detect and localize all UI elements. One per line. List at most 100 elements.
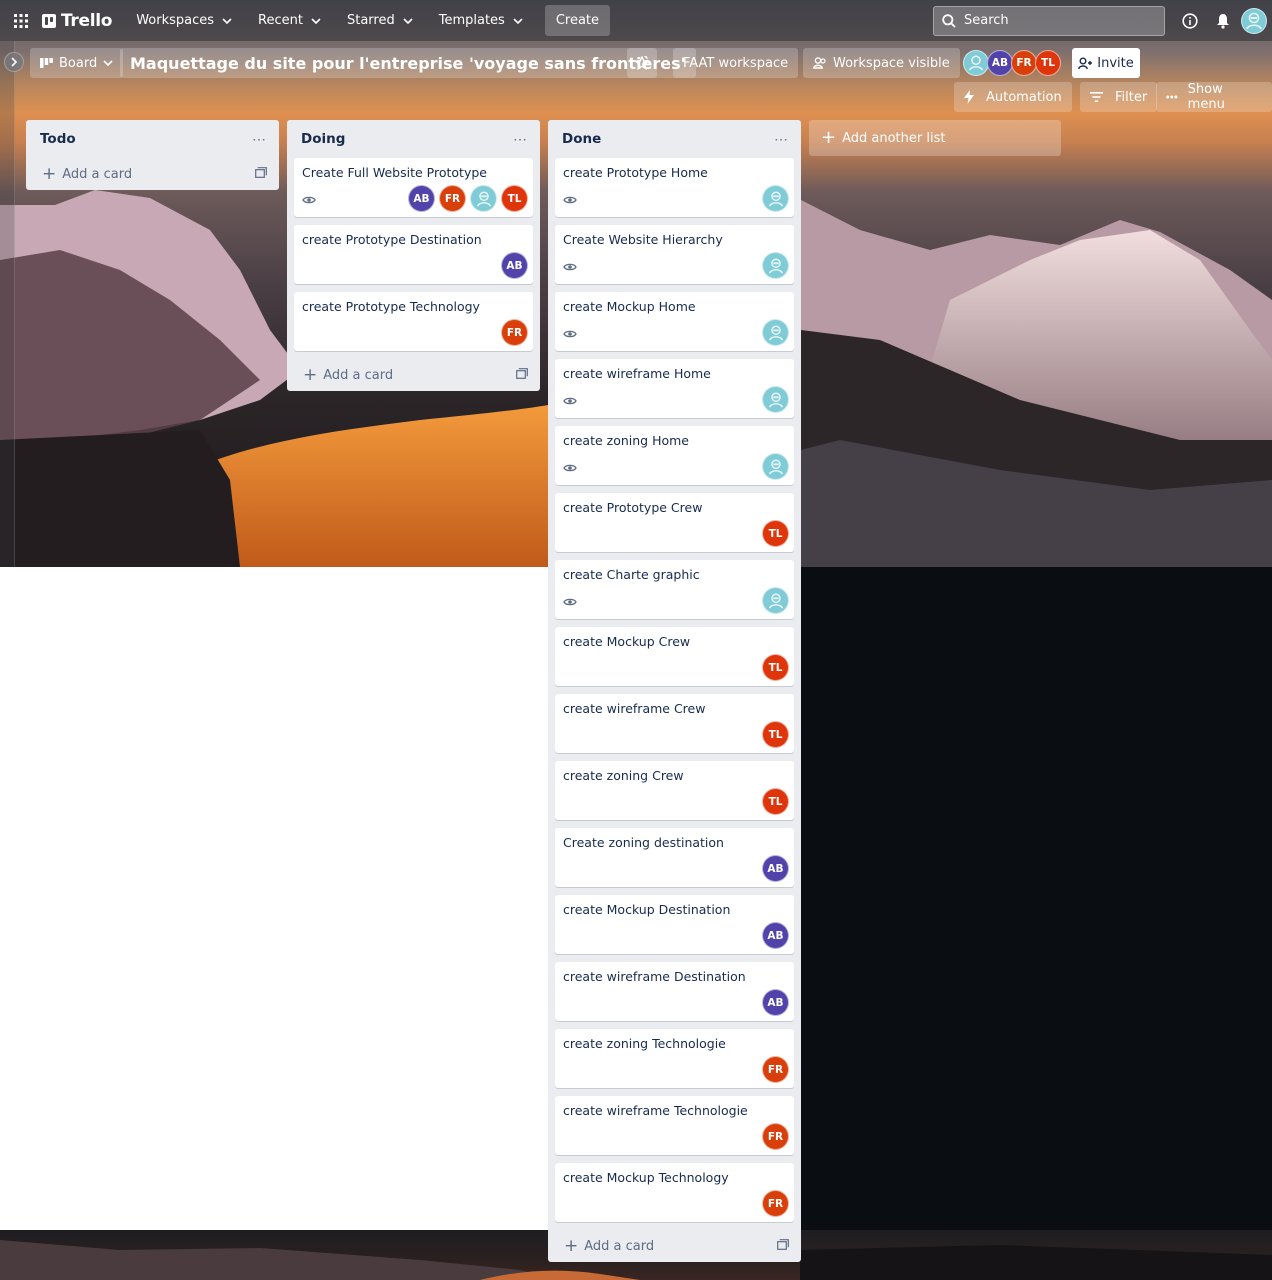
card[interactable]: create wireframe Crew TL xyxy=(555,694,794,753)
list-title[interactable]: Todo xyxy=(40,131,76,147)
user-avatar[interactable] xyxy=(1241,7,1267,34)
automation-button[interactable]: Automation xyxy=(954,82,1072,112)
card-member-avatar[interactable]: FR xyxy=(439,185,466,212)
card-title: create wireframe Destination xyxy=(563,969,746,984)
add-card-button[interactable]: + Add a card xyxy=(26,158,279,190)
create-from-template-button[interactable] xyxy=(777,1238,789,1254)
card-member-avatar[interactable] xyxy=(762,319,789,346)
create-from-template-button[interactable] xyxy=(516,367,528,383)
card[interactable]: create Prototype Crew TL xyxy=(555,493,794,552)
card-title: create Prototype Home xyxy=(563,165,708,180)
add-another-list-button[interactable]: + Add another list xyxy=(809,120,1061,156)
card-member-avatar[interactable]: FR xyxy=(501,319,528,346)
board-title[interactable]: Maquettage du site pour l'entreprise 'vo… xyxy=(120,48,696,78)
card[interactable]: Create zoning destination AB xyxy=(555,828,794,887)
nav-item-label: Starred xyxy=(346,13,395,28)
card[interactable]: create zoning Technologie FR xyxy=(555,1029,794,1088)
card-members: TL xyxy=(762,788,789,815)
card[interactable]: create Mockup Home xyxy=(555,292,794,351)
card-member-avatar[interactable] xyxy=(762,252,789,279)
card-member-avatar[interactable]: FR xyxy=(762,1123,789,1150)
card[interactable]: create Mockup Crew TL xyxy=(555,627,794,686)
card[interactable]: create Mockup Destination AB xyxy=(555,895,794,954)
card[interactable]: create wireframe Home xyxy=(555,359,794,418)
eye-icon xyxy=(563,464,577,472)
card[interactable]: create Prototype Home xyxy=(555,158,794,217)
card[interactable]: create Prototype Technology FR xyxy=(294,292,533,351)
search-icon xyxy=(942,13,956,28)
nav-item-label: Workspaces xyxy=(136,13,215,28)
card-member-avatar[interactable]: AB xyxy=(501,252,528,279)
card[interactable]: create wireframe Technologie FR xyxy=(555,1096,794,1155)
card[interactable]: Create Full Website Prototype AB FR TL xyxy=(294,158,533,217)
list-menu-more-icon[interactable]: ⋯ xyxy=(774,131,789,148)
card[interactable]: Create Website Hierarchy xyxy=(555,225,794,284)
invite-button[interactable]: Invite xyxy=(1072,48,1140,78)
card-member-avatar[interactable]: AB xyxy=(762,855,789,882)
card[interactable]: create zoning Home xyxy=(555,426,794,485)
card-member-avatar[interactable]: TL xyxy=(762,788,789,815)
list-title[interactable]: Doing xyxy=(301,131,345,147)
nav-workspaces-menu[interactable]: Workspaces xyxy=(128,5,240,37)
board-view-switcher[interactable]: Board xyxy=(30,48,124,78)
visibility-button[interactable]: Workspace visible xyxy=(803,48,960,78)
avatar-figure-icon xyxy=(968,55,984,71)
card-member-avatar[interactable]: TL xyxy=(762,721,789,748)
card-member-avatar[interactable] xyxy=(762,185,789,212)
nav-recent-menu[interactable]: Recent xyxy=(250,5,329,37)
card[interactable]: create Charte graphic xyxy=(555,560,794,619)
list-title[interactable]: Done xyxy=(562,131,601,147)
card-title: create Prototype Crew xyxy=(563,500,703,515)
card-members xyxy=(762,453,789,480)
card-member-avatar[interactable]: TL xyxy=(762,654,789,681)
card-members: AB FR TL xyxy=(408,185,528,212)
notifications-button[interactable] xyxy=(1208,6,1238,36)
card-title: create zoning Crew xyxy=(563,768,684,783)
star-board-button[interactable] xyxy=(627,48,657,78)
card[interactable]: create Mockup Technology FR xyxy=(555,1163,794,1222)
info-button[interactable] xyxy=(1175,6,1205,36)
card-member-avatar[interactable] xyxy=(470,185,497,212)
filter-button[interactable]: Filter xyxy=(1080,82,1158,112)
create-from-template-button[interactable] xyxy=(255,166,267,182)
list-doing: Doing ⋯ Create Full Website Prototype AB FR T… xyxy=(287,120,540,391)
card-member-avatar[interactable]: TL xyxy=(762,520,789,547)
card-member-avatar[interactable]: AB xyxy=(762,922,789,949)
search-input[interactable] xyxy=(964,13,1144,28)
board-member-avatar[interactable] xyxy=(963,50,989,76)
list-menu-more-icon[interactable]: ⋯ xyxy=(513,131,528,148)
expand-sidebar-button[interactable] xyxy=(4,52,24,72)
create-button[interactable]: Create xyxy=(544,5,611,36)
nav-starred-menu[interactable]: Starred xyxy=(339,5,421,37)
workspace-button[interactable]: FAAT workspace xyxy=(673,48,799,78)
nav-item-label: Templates xyxy=(438,13,505,28)
card-member-avatar[interactable]: FR xyxy=(762,1056,789,1083)
card-members: TL xyxy=(762,520,789,547)
template-icon xyxy=(255,166,267,178)
card-title: create Mockup Destination xyxy=(563,902,731,917)
list-menu-more-icon[interactable]: ⋯ xyxy=(252,131,267,148)
search-field[interactable] xyxy=(933,5,1165,36)
card-member-avatar[interactable] xyxy=(762,587,789,614)
card-member-avatar[interactable] xyxy=(762,386,789,413)
trello-logo[interactable]: Trello xyxy=(42,11,112,31)
apps-grid-icon[interactable] xyxy=(10,10,32,32)
nav-templates-menu[interactable]: Templates xyxy=(431,5,531,37)
card[interactable]: create Prototype Destination AB xyxy=(294,225,533,284)
plus-icon: + xyxy=(564,1235,579,1256)
board-member-avatar[interactable]: TL xyxy=(1035,50,1061,76)
card-member-avatar[interactable]: FR xyxy=(762,1190,789,1217)
card-member-avatar[interactable]: AB xyxy=(408,185,435,212)
card[interactable]: create wireframe Destination AB xyxy=(555,962,794,1021)
board-member-avatar[interactable]: AB xyxy=(987,50,1013,76)
add-card-button[interactable]: + Add a card xyxy=(287,359,540,391)
add-card-button[interactable]: + Add a card xyxy=(548,1230,801,1262)
board-member-avatar[interactable]: FR xyxy=(1011,50,1037,76)
eye-icon xyxy=(302,196,316,204)
show-menu-button[interactable]: Show menu xyxy=(1156,82,1272,112)
card-member-avatar[interactable]: AB xyxy=(762,989,789,1016)
chevron-down-icon xyxy=(103,60,113,66)
card[interactable]: create zoning Crew TL xyxy=(555,761,794,820)
card-member-avatar[interactable] xyxy=(762,453,789,480)
card-member-avatar[interactable]: TL xyxy=(501,185,528,212)
